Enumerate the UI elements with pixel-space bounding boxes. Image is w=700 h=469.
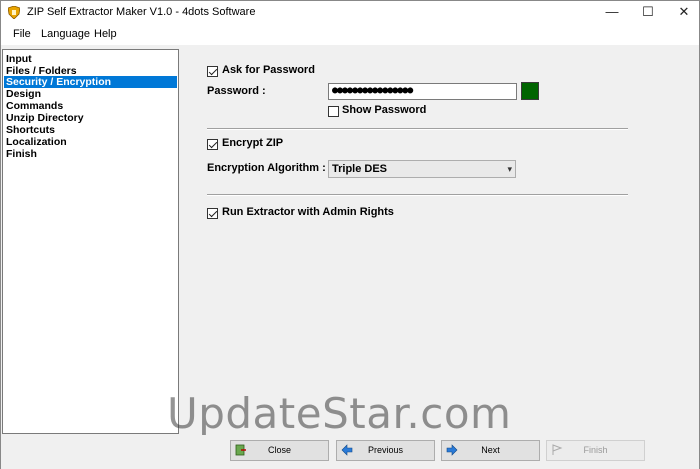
previous-button[interactable]: Previous [336,440,435,461]
app-shield-icon [8,6,20,19]
bottom-button-bar: Close Previous Next Finish [1,435,699,469]
encrypt-zip-label[interactable]: Encrypt ZIP [222,137,283,149]
password-label: Password : [207,85,266,97]
watermark-text: UpdateStar.com [167,389,512,438]
close-door-icon [235,444,246,456]
finish-button-label: Finish [583,445,608,455]
admin-rights-label[interactable]: Run Extractor with Admin Rights [222,206,394,218]
sidebar-item-input[interactable]: Input [4,53,177,65]
chevron-down-icon: ▾ [507,164,512,174]
next-button[interactable]: Next [441,440,540,461]
password-color-button[interactable] [521,82,539,100]
arrow-right-icon [446,444,458,456]
arrow-left-icon [341,444,353,456]
menu-help[interactable]: Help [94,28,117,40]
ask-password-checkbox[interactable] [207,66,218,77]
separator-1 [207,128,628,130]
security-panel: Ask for Password Password : ●●●●●●●●●●●●… [182,49,699,434]
close-button[interactable]: Close [230,440,329,461]
menu-language[interactable]: Language [41,28,90,40]
separator-2 [207,194,628,196]
finish-icon [552,444,563,455]
show-password-checkbox[interactable] [328,106,339,117]
ask-password-label[interactable]: Ask for Password [222,64,315,76]
sidebar-item-commands[interactable]: Commands [4,100,177,112]
previous-button-label: Previous [367,445,403,455]
menu-file[interactable]: File [13,28,31,40]
next-button-label: Next [481,445,500,455]
sidebar-item-design[interactable]: Design [4,88,177,100]
menu-bar: File Language Help [1,25,699,45]
encryption-algorithm-label: Encryption Algorithm : [207,162,326,174]
window-title: ZIP Self Extractor Maker V1.0 - 4dots So… [27,6,256,18]
title-bar[interactable]: ZIP Self Extractor Maker V1.0 - 4dots So… [1,1,699,25]
close-button-label: Close [267,445,291,455]
sidebar-item-localization[interactable]: Localization [4,136,177,148]
password-input[interactable]: ●●●●●●●●●●●●●●●● [328,83,517,100]
sidebar-item-shortcuts[interactable]: Shortcuts [4,124,177,136]
sidebar-item-finish[interactable]: Finish [4,148,177,160]
show-password-label[interactable]: Show Password [342,104,426,116]
app-window: ZIP Self Extractor Maker V1.0 - 4dots So… [0,0,700,469]
sidebar-item-security-encryption[interactable]: Security / Encryption [4,76,177,88]
admin-rights-checkbox[interactable] [207,208,218,219]
sidebar-nav: Input Files / Folders Security / Encrypt… [2,49,179,434]
sidebar-item-unzip-directory[interactable]: Unzip Directory [4,112,177,124]
encrypt-zip-checkbox[interactable] [207,139,218,150]
encryption-algorithm-value: Triple DES [332,163,388,175]
close-window-button[interactable]: ✕ [661,1,700,25]
finish-button[interactable]: Finish [546,440,645,461]
encryption-algorithm-select[interactable]: Triple DES ▾ [328,160,516,178]
